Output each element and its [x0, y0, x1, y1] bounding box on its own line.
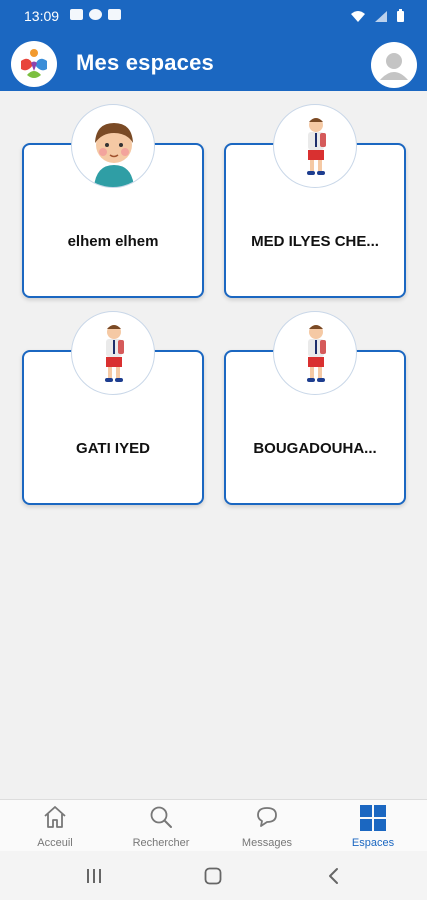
schoolboy-avatar [71, 311, 155, 395]
space-name: BOUGADOUHA... [253, 440, 377, 457]
app-logo [11, 41, 57, 87]
bottom-nav: Acceuil Rechercher Messages Espaces [0, 799, 427, 851]
nav-label: Messages [241, 837, 293, 849]
nav-item-acceuil[interactable]: Acceuil [2, 800, 108, 852]
system-status-icons [350, 9, 405, 23]
space-name: MED ILYES CHE... [251, 233, 379, 250]
profile-avatar-button[interactable] [371, 42, 417, 88]
nav-item-rechercher[interactable]: Rechercher [108, 800, 214, 852]
schoolboy-avatar [273, 311, 357, 395]
youtube-icon [70, 9, 83, 20]
schoolboy-avatar [273, 104, 357, 188]
battery-icon [397, 9, 404, 22]
page-title: Mes espaces [76, 50, 214, 75]
grid-icon [360, 805, 386, 831]
nav-item-espaces[interactable]: Espaces [320, 800, 426, 852]
space-name: GATI IYED [76, 440, 150, 457]
back-icon[interactable] [326, 867, 340, 885]
status-time: 13:09 [24, 8, 60, 24]
chat-icon [257, 807, 277, 827]
signal-icon [375, 10, 387, 22]
home-button-icon[interactable] [204, 867, 222, 885]
space-name: elhem elhem [67, 233, 159, 250]
app-bar: Mes espaces [0, 34, 427, 91]
user-icon [380, 53, 408, 80]
wifi-icon [351, 10, 365, 22]
recent-apps-icon[interactable] [85, 868, 103, 884]
settings-icon [89, 9, 102, 20]
nav-item-messages[interactable]: Messages [214, 800, 320, 852]
nav-label: Acceuil [37, 837, 73, 849]
gallery-icon [108, 9, 121, 20]
notification-icons [70, 9, 121, 20]
system-nav-bar [0, 851, 427, 900]
child-face-avatar [71, 104, 155, 188]
home-icon [44, 806, 66, 828]
nav-label: Espaces [351, 837, 395, 849]
search-icon [150, 806, 172, 828]
status-bar: 13:09 [0, 0, 427, 34]
nav-label: Rechercher [132, 837, 190, 849]
